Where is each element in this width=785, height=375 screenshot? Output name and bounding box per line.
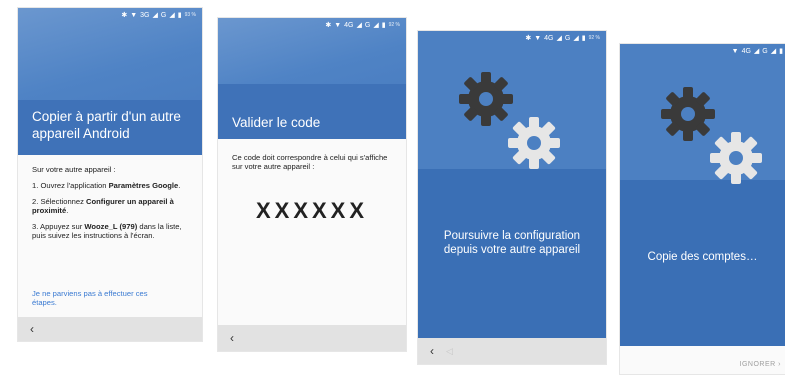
signal-icon: ◢ <box>753 48 760 55</box>
network-type: 4G <box>544 34 554 42</box>
back-icon[interactable]: ‹ <box>30 322 34 336</box>
wifi-icon: ▼ <box>130 11 138 19</box>
signal-icon: ◢ <box>573 35 579 42</box>
page-title: Copier à partir d'un autre appareil Andr… <box>32 109 181 141</box>
signal-label: G <box>160 11 167 19</box>
battery-icon: ▮ <box>177 12 182 19</box>
instructions: Sur votre autre appareil : 1. Ouvrez l'a… <box>32 165 192 247</box>
help-link[interactable]: Je ne parviens pas à effectuer ces étape… <box>32 289 174 307</box>
battery-icon: ▮ <box>581 35 586 42</box>
signal-icon: ◢ <box>373 22 379 29</box>
screen-validate-code: ✱ ▼ 4G ◢ G ◢ ▮ 92 % Valider le code Ce c… <box>218 18 406 351</box>
bluetooth-icon: ✱ <box>121 12 128 19</box>
navigation-bar: ‹ <box>18 317 202 341</box>
gear-icon <box>710 132 762 184</box>
back-triangle-icon[interactable]: ◁ <box>446 346 453 357</box>
network-type: 4G <box>741 47 751 55</box>
verification-code: XXXXXX <box>255 198 369 223</box>
gear-icon <box>508 117 560 169</box>
wifi-icon: ▼ <box>534 34 542 42</box>
wifi-icon: ▼ <box>731 47 739 55</box>
signal-icon: ◢ <box>152 12 158 19</box>
screen-copying-accounts: ▼ 4G ◢ G ◢ ▮ Copie des comptes… IGNORER … <box>620 44 785 374</box>
step-2: 2. Sélectionnez Configurer un appareil à… <box>32 197 174 215</box>
signal-label: G <box>564 34 571 42</box>
status-bar: ✱ ▼ 3G ◢ G ◢ ▮ 93 % <box>121 8 196 22</box>
page-title: Valider le code <box>232 115 321 130</box>
signal-label: G <box>762 47 768 55</box>
bluetooth-icon: ✱ <box>525 35 532 42</box>
back-icon[interactable]: ‹ <box>230 331 234 345</box>
battery-percent: 92 % <box>588 35 600 41</box>
step-3: 3. Appuyez sur Wooze_L (979) dans la lis… <box>32 222 182 240</box>
network-type: 3G <box>140 11 150 19</box>
back-icon[interactable]: ‹ <box>430 344 434 358</box>
skip-button[interactable]: IGNORER › <box>740 361 781 368</box>
screen-copy-from-device: ✱ ▼ 3G ◢ G ◢ ▮ 93 % Copier à partir d'un… <box>18 8 202 341</box>
signal-icon: ◢ <box>356 22 362 29</box>
screen-continue-on-other-device: ✱ ▼ 4G ◢ G ◢ ▮ 92 % Poursuivre la config… <box>418 31 606 364</box>
signal-icon: ◢ <box>556 35 562 42</box>
status-bar: ✱ ▼ 4G ◢ G ◢ ▮ 92 % <box>325 18 400 32</box>
bluetooth-icon: ✱ <box>325 22 332 29</box>
signal-label: G <box>364 21 371 29</box>
code-message: Ce code doit correspondre à celui qui s'… <box>232 153 388 171</box>
status-message: Copie des comptes… <box>647 251 758 263</box>
status-bar: ✱ ▼ 4G ◢ G ◢ ▮ 92 % <box>525 31 600 45</box>
battery-percent: 93 % <box>184 12 196 18</box>
signal-icon: ◢ <box>770 48 777 55</box>
battery-icon: ▮ <box>779 48 783 55</box>
network-type: 4G <box>344 21 354 29</box>
status-message: Poursuivre la configuration depuis votre… <box>443 230 581 256</box>
intro-text: Sur votre autre appareil : <box>32 165 116 174</box>
navigation-bar: ‹ <box>218 325 406 351</box>
battery-icon: ▮ <box>381 22 386 29</box>
wifi-icon: ▼ <box>334 21 342 29</box>
navigation-bar: ‹ ◁ <box>418 338 606 364</box>
step-1: 1. Ouvrez l'application Paramètres Googl… <box>32 181 181 190</box>
status-bar: ▼ 4G ◢ G ◢ ▮ <box>732 44 783 58</box>
battery-percent: 92 % <box>388 22 400 28</box>
signal-icon: ◢ <box>169 12 175 19</box>
